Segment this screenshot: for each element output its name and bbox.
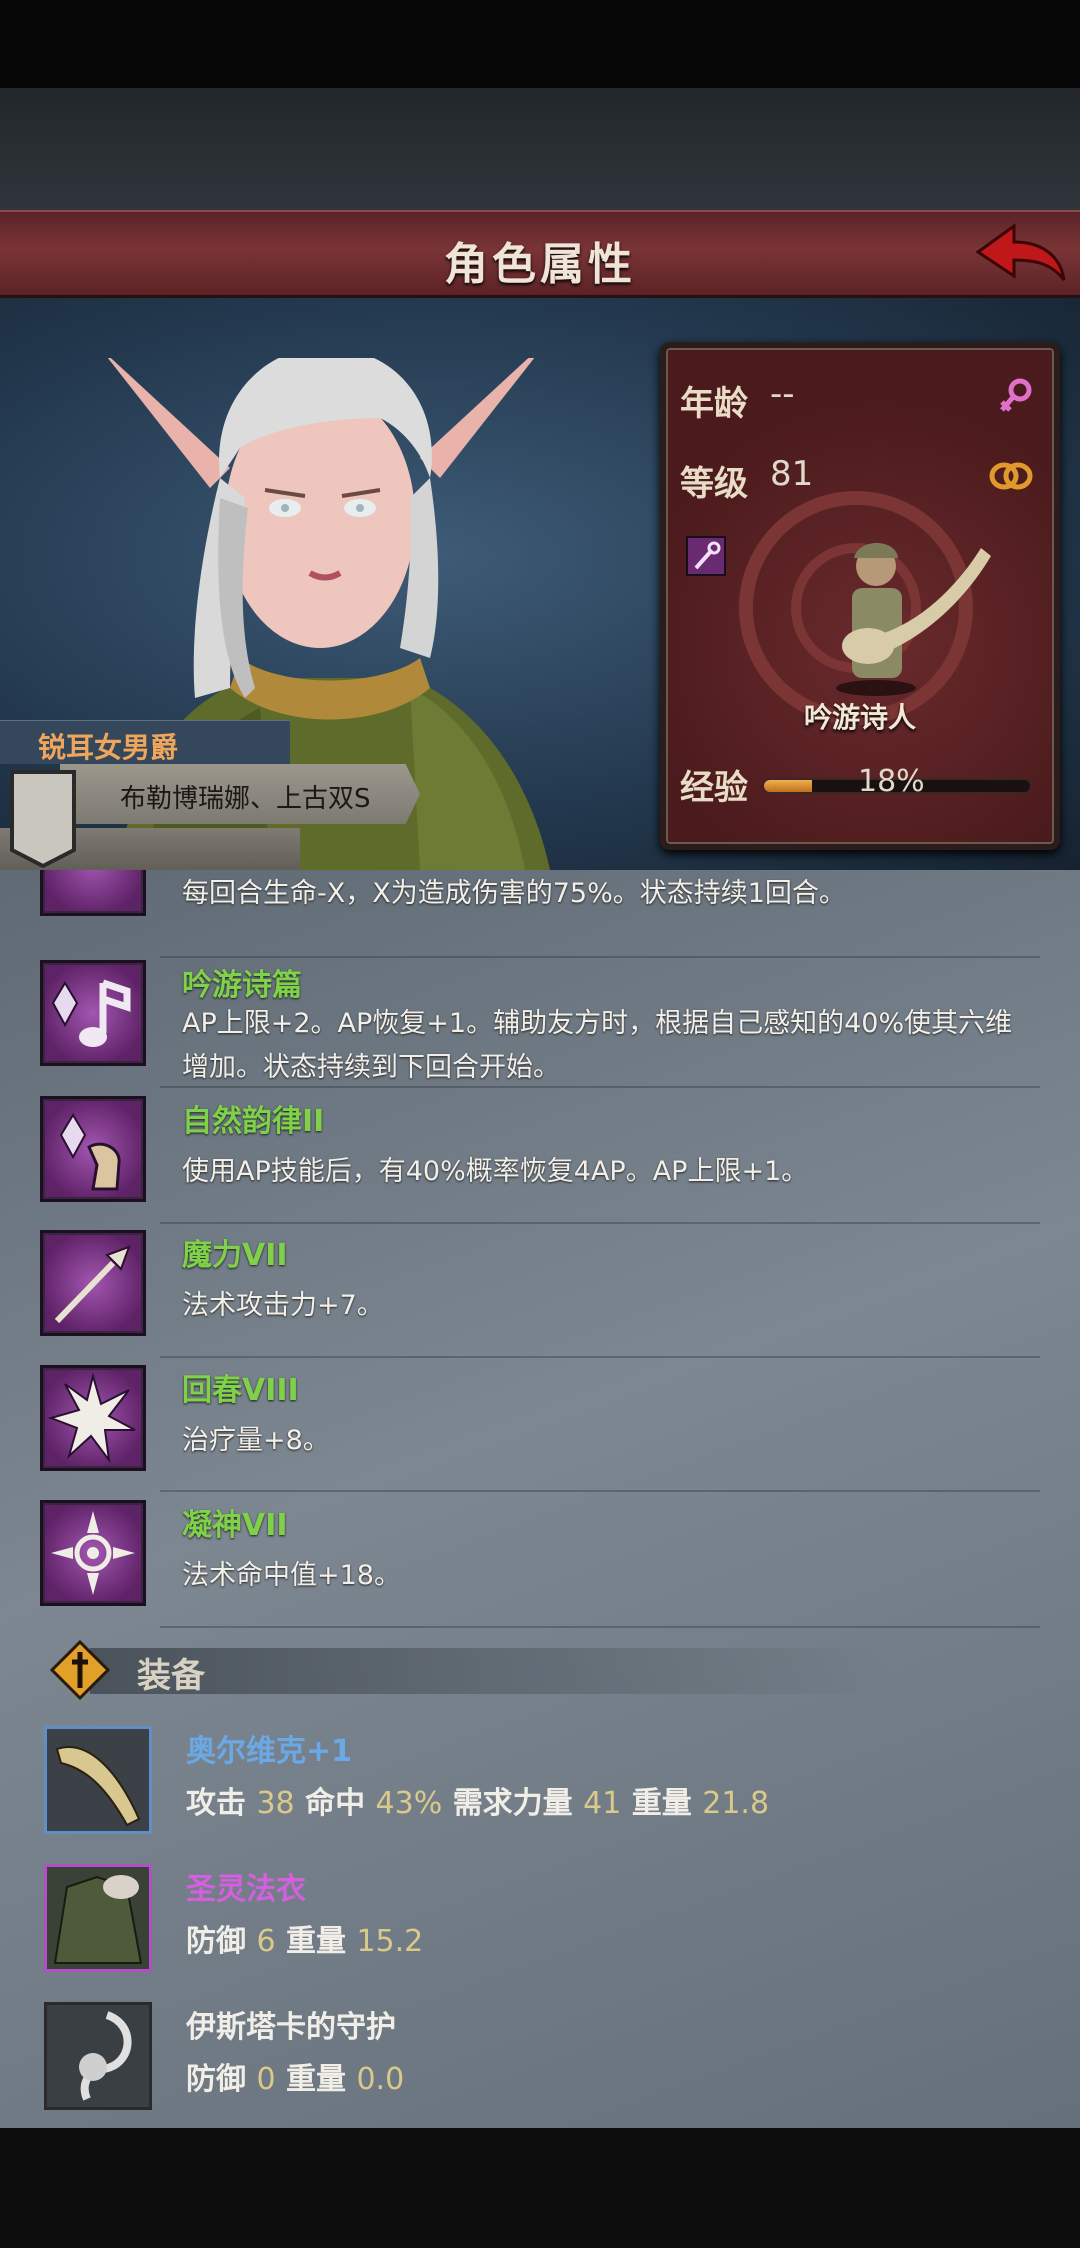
divider bbox=[160, 1356, 1040, 1358]
dagger-emblem-icon bbox=[50, 1640, 110, 1700]
burst-icon bbox=[40, 1365, 146, 1471]
class-name: 吟游诗人 bbox=[803, 701, 916, 734]
exp-bar-fill bbox=[764, 780, 812, 792]
navigation-bar bbox=[0, 2128, 1080, 2248]
equipment-name: 奥尔维克+1 bbox=[186, 1734, 353, 1769]
level-label: 等级 bbox=[680, 464, 748, 504]
equipment-name: 圣灵法衣 bbox=[186, 1872, 306, 1907]
top-band bbox=[0, 88, 1080, 210]
header-band bbox=[90, 1648, 890, 1694]
skill-desc: 法术命中值+18。 bbox=[182, 1560, 401, 1591]
equipment-stats: 防御 0 重量 0.0 bbox=[186, 2062, 405, 2097]
skill-name: 凝神VII bbox=[182, 1508, 288, 1543]
stat-panel: 年龄 -- 等级 81 吟游诗人 经验 18% bbox=[660, 342, 1060, 850]
divider bbox=[160, 1222, 1040, 1224]
equipment-name: 伊斯塔卡的守护 bbox=[186, 2010, 396, 2045]
level-value: 81 bbox=[770, 454, 814, 494]
skill-desc: 法术攻击力+7。 bbox=[182, 1290, 384, 1321]
lute-weapon-icon bbox=[44, 1726, 152, 1834]
music-note-crystal-icon bbox=[40, 960, 146, 1066]
spear-staff-icon bbox=[40, 1230, 146, 1336]
bard-figure bbox=[836, 543, 991, 696]
female-icon bbox=[1000, 378, 1032, 412]
crystal-hand-icon bbox=[40, 1096, 146, 1202]
divider bbox=[160, 1626, 1040, 1628]
staff-icon bbox=[686, 536, 726, 576]
divider bbox=[160, 1086, 1040, 1088]
rings-icon bbox=[989, 462, 1033, 490]
equipment-stats: 防御 6 重量 15.2 bbox=[186, 1924, 424, 1959]
skill-desc: 使用AP技能后，有40%概率恢复4AP。AP上限+1。 bbox=[182, 1156, 809, 1187]
charm-icon bbox=[44, 2002, 152, 2110]
skill-name: 魔力VII bbox=[182, 1238, 288, 1273]
partial-skill-icon bbox=[40, 870, 146, 916]
exp-value: 18% bbox=[858, 764, 925, 799]
character-name: 布勒博瑞娜、上古双S bbox=[120, 784, 371, 814]
skill-name: 吟游诗篇 bbox=[182, 968, 302, 1003]
character-title: 锐耳女男爵 bbox=[38, 731, 179, 764]
equipment-label: 装备 bbox=[137, 1656, 205, 1696]
divider bbox=[160, 1490, 1040, 1492]
age-label: 年龄 bbox=[680, 384, 748, 424]
skill-name: 自然韵律II bbox=[182, 1104, 325, 1139]
equipment-stats: 攻击 38 命中 43% 需求力量 41 重量 21.8 bbox=[186, 1786, 770, 1821]
name-ribbon: 布勒博瑞娜、上古双S bbox=[60, 764, 420, 824]
crosshair-icon bbox=[40, 1500, 146, 1606]
skill-name: 回春VIII bbox=[182, 1373, 299, 1408]
title-tag: 锐耳女男爵 bbox=[0, 720, 290, 764]
skill-desc: 每回合生命-X，X为造成伤害的75%。状态持续1回合。 bbox=[182, 878, 846, 909]
equipment-section-header: 装备 bbox=[40, 1630, 1040, 1710]
banner-icon bbox=[10, 770, 76, 868]
exp-label: 经验 bbox=[680, 768, 748, 808]
divider bbox=[160, 956, 1040, 958]
age-value: -- bbox=[770, 374, 795, 414]
detail-scroll-area[interactable]: 每回合生命-X，X为造成伤害的75%。状态持续1回合。 吟游诗篇 AP上限+2。… bbox=[0, 870, 1080, 2128]
skill-desc: 治疗量+8。 bbox=[182, 1425, 330, 1456]
back-button[interactable] bbox=[970, 218, 1070, 294]
skill-desc: AP上限+2。AP恢复+1。辅助友方时，根据自己感知的40%使其六维增加。状态持… bbox=[182, 1008, 1013, 1083]
robe-icon bbox=[44, 1864, 152, 1972]
page-title: 角色属性 bbox=[444, 239, 636, 290]
title-bar: 角色属性 bbox=[0, 210, 1080, 298]
back-arrow-icon bbox=[975, 223, 1066, 281]
status-bar bbox=[0, 0, 1080, 88]
